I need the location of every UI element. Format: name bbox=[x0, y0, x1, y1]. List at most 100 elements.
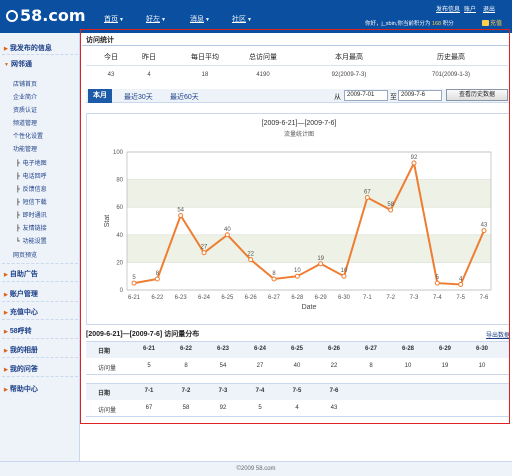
table-cell: 8 bbox=[369, 363, 373, 369]
footer: ©2009 58.com bbox=[0, 461, 512, 476]
view-history-button[interactable]: 查看历史数据 bbox=[446, 89, 508, 101]
data-label: 43 bbox=[481, 223, 488, 229]
chevron-down-icon: ▼ bbox=[247, 17, 252, 23]
table-header-cell: 6-28 bbox=[401, 346, 414, 352]
sidebar-subitem-feedback[interactable]: ┣ 反馈信息 bbox=[16, 184, 47, 193]
data-point bbox=[318, 261, 324, 267]
logo-text: 58.com bbox=[20, 6, 86, 25]
from-date-input[interactable]: 2009-7-01 bbox=[344, 90, 388, 101]
sidebar-item-channel-mgmt[interactable]: 频道管理 bbox=[13, 118, 37, 127]
tree-line-icon: ┣ bbox=[16, 200, 20, 206]
points-unit: 积分 bbox=[442, 21, 454, 27]
distribution-table-2: 日期 7-1 7-2 7-3 7-4 7-5 7-6 访问量 67 58 92 5 4 43 bbox=[86, 383, 510, 417]
tab-last-60-days[interactable]: 最近60天 bbox=[170, 92, 199, 102]
sidebar-subitem-sms[interactable]: ┣ 短信下载 bbox=[16, 197, 47, 206]
sidebar-subitem-map[interactable]: ┣ 电子地图 bbox=[16, 158, 47, 167]
x-tick-label: 7-6 bbox=[480, 295, 489, 301]
y-axis-label: Stat bbox=[104, 215, 111, 228]
greeting-text: 你好，j_xbin,你当前积分为 bbox=[365, 21, 431, 27]
from-label: 从 bbox=[334, 94, 341, 101]
sidebar-section-wanglin[interactable]: ▼ 网邻通 bbox=[4, 59, 32, 69]
data-label: 5 bbox=[132, 275, 136, 281]
divider bbox=[2, 263, 78, 264]
post-info-link[interactable]: 发布信息 bbox=[436, 4, 460, 13]
sidebar-section-qa[interactable]: ▶ 我的问答 bbox=[4, 364, 38, 374]
divider bbox=[2, 281, 78, 282]
x-tick-label: 6-21 bbox=[128, 295, 141, 301]
nav-home-label: 首页 bbox=[104, 16, 118, 23]
triangle-right-icon: ▶ bbox=[4, 387, 8, 393]
table-cell: 10 bbox=[404, 363, 412, 369]
divider bbox=[86, 65, 508, 66]
site-logo[interactable]: 58.com bbox=[6, 6, 86, 25]
divider bbox=[2, 319, 78, 320]
nav-friends[interactable]: 好左▼ bbox=[146, 14, 166, 24]
data-label: 40 bbox=[224, 227, 231, 233]
table-header-cell: 7-1 bbox=[144, 388, 154, 394]
nav-friends-label: 好左 bbox=[146, 16, 160, 23]
data-point bbox=[434, 280, 440, 286]
table-header-cell: 6-29 bbox=[438, 346, 451, 352]
sidebar-subitem-links[interactable]: ┣ 友情链接 bbox=[16, 223, 47, 232]
sidebar-subitem-settings[interactable]: ┗ 功能设置 bbox=[16, 236, 47, 245]
to-date-input[interactable]: 2009-7-6 bbox=[398, 90, 442, 101]
logout-link[interactable]: 退出 bbox=[483, 4, 495, 13]
y-tick-label: 0 bbox=[120, 288, 124, 294]
sidebar-item-personalize[interactable]: 个性化设置 bbox=[13, 131, 43, 140]
sidebar-section-call-forward[interactable]: ▶ 58呼转 bbox=[4, 326, 32, 336]
table-row: 访问量 67 58 92 5 4 43 bbox=[86, 401, 510, 417]
sidebar-section-help[interactable]: ▶ 帮助中心 bbox=[4, 384, 38, 394]
stat-header-yesterday: 昨日 bbox=[142, 54, 156, 61]
distribution-table-1: 日期 6-21 6-22 6-23 6-24 6-25 6-26 6-27 6-28 6-29 6-… bbox=[86, 341, 510, 375]
nav-community[interactable]: 社区▼ bbox=[232, 14, 252, 24]
table-header-cell: 6-21 bbox=[142, 346, 155, 352]
data-point bbox=[341, 273, 347, 279]
stat-value-yesterday: 4 bbox=[147, 72, 151, 78]
table-cell: 8 bbox=[184, 363, 188, 369]
nav-messages[interactable]: 消息▼ bbox=[190, 14, 210, 24]
tab-last-30-days[interactable]: 最近30天 bbox=[124, 92, 153, 102]
sidebar-section-album[interactable]: ▶ 我的相册 bbox=[4, 345, 38, 355]
sidebar-section-ads[interactable]: ▶ 自助广告 bbox=[4, 269, 38, 279]
sidebar-section-label: 网邻通 bbox=[10, 61, 32, 68]
sidebar-item-preview[interactable]: 网页预览 bbox=[13, 250, 37, 259]
export-link[interactable]: 导出数据 bbox=[486, 330, 510, 339]
stat-header-all-time-max: 历史最高 bbox=[437, 54, 465, 61]
x-tick-label: 7-3 bbox=[410, 295, 419, 301]
table-cell: 27 bbox=[256, 363, 264, 369]
sidebar-item-company-intro[interactable]: 企业简介 bbox=[13, 92, 37, 101]
sidebar-item-certification[interactable]: 资质认证 bbox=[13, 105, 37, 114]
data-point bbox=[178, 212, 184, 218]
sidebar-section-recharge[interactable]: ▶ 充值中心 bbox=[4, 307, 38, 317]
x-tick-label: 6-26 bbox=[245, 295, 258, 301]
sidebar-subitem-im[interactable]: ┣ 即时通讯 bbox=[16, 210, 47, 219]
stat-header-total: 总访问量 bbox=[249, 54, 277, 61]
stat-value-all-time-max: 701(2009-1-3) bbox=[431, 72, 471, 78]
triangle-down-icon: ▼ bbox=[4, 62, 9, 68]
table-header-cell: 7-5 bbox=[292, 388, 302, 394]
tab-this-month[interactable]: 本月 bbox=[88, 89, 112, 103]
sidebar-item-function-mgmt[interactable]: 功能管理 bbox=[13, 144, 37, 153]
recharge-link[interactable]: 充值 bbox=[482, 18, 502, 27]
data-point bbox=[154, 276, 160, 282]
divider bbox=[2, 54, 78, 55]
account-link[interactable]: 账户 bbox=[464, 4, 476, 13]
sidebar-subitem-label: 即时通讯 bbox=[22, 213, 47, 219]
nav-home[interactable]: 首页▼ bbox=[104, 14, 124, 24]
sidebar-section-account[interactable]: ▶ 账户管理 bbox=[4, 289, 38, 299]
tree-line-icon: ┣ bbox=[16, 161, 20, 167]
tree-line-icon: ┣ bbox=[16, 187, 20, 193]
sidebar-subitem-label: 友情链接 bbox=[22, 226, 47, 232]
table-header-cell: 7-3 bbox=[218, 388, 228, 394]
data-point bbox=[364, 195, 370, 201]
grid-band bbox=[127, 234, 491, 263]
table-header-date: 日期 bbox=[98, 391, 111, 397]
sidebar-subitem-callback[interactable]: ┣ 电话回呼 bbox=[16, 171, 47, 180]
table-cell: 92 bbox=[219, 405, 227, 411]
sidebar-section-label: 我的问答 bbox=[9, 366, 38, 373]
sidebar-item-shop-home[interactable]: 店铺首页 bbox=[13, 79, 37, 88]
x-tick-label: 6-27 bbox=[268, 295, 281, 301]
sidebar-section-my-posts[interactable]: ▶ 我发布的信息 bbox=[4, 43, 52, 53]
tree-line-icon: ┣ bbox=[16, 213, 20, 219]
table-cell: 54 bbox=[219, 363, 227, 369]
